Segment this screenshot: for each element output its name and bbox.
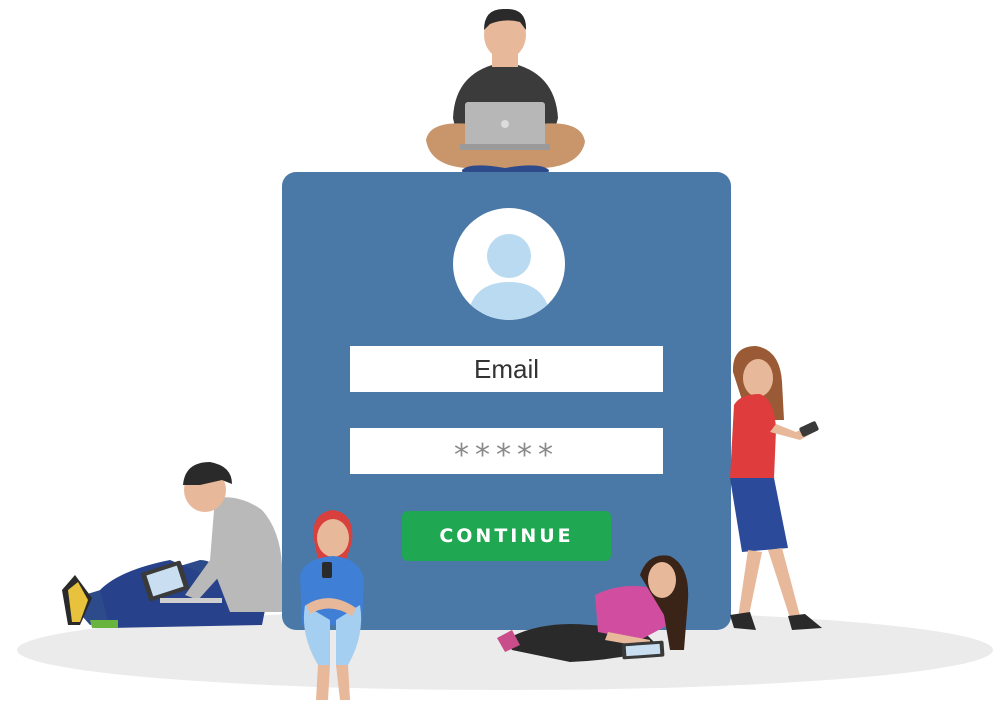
person-standing-with-phone — [730, 346, 822, 630]
foreground-figures — [62, 346, 822, 700]
person-with-phone-sitting — [300, 510, 364, 700]
person-lying-with-tablet — [497, 555, 689, 662]
person-with-laptop-sitting — [62, 462, 282, 628]
